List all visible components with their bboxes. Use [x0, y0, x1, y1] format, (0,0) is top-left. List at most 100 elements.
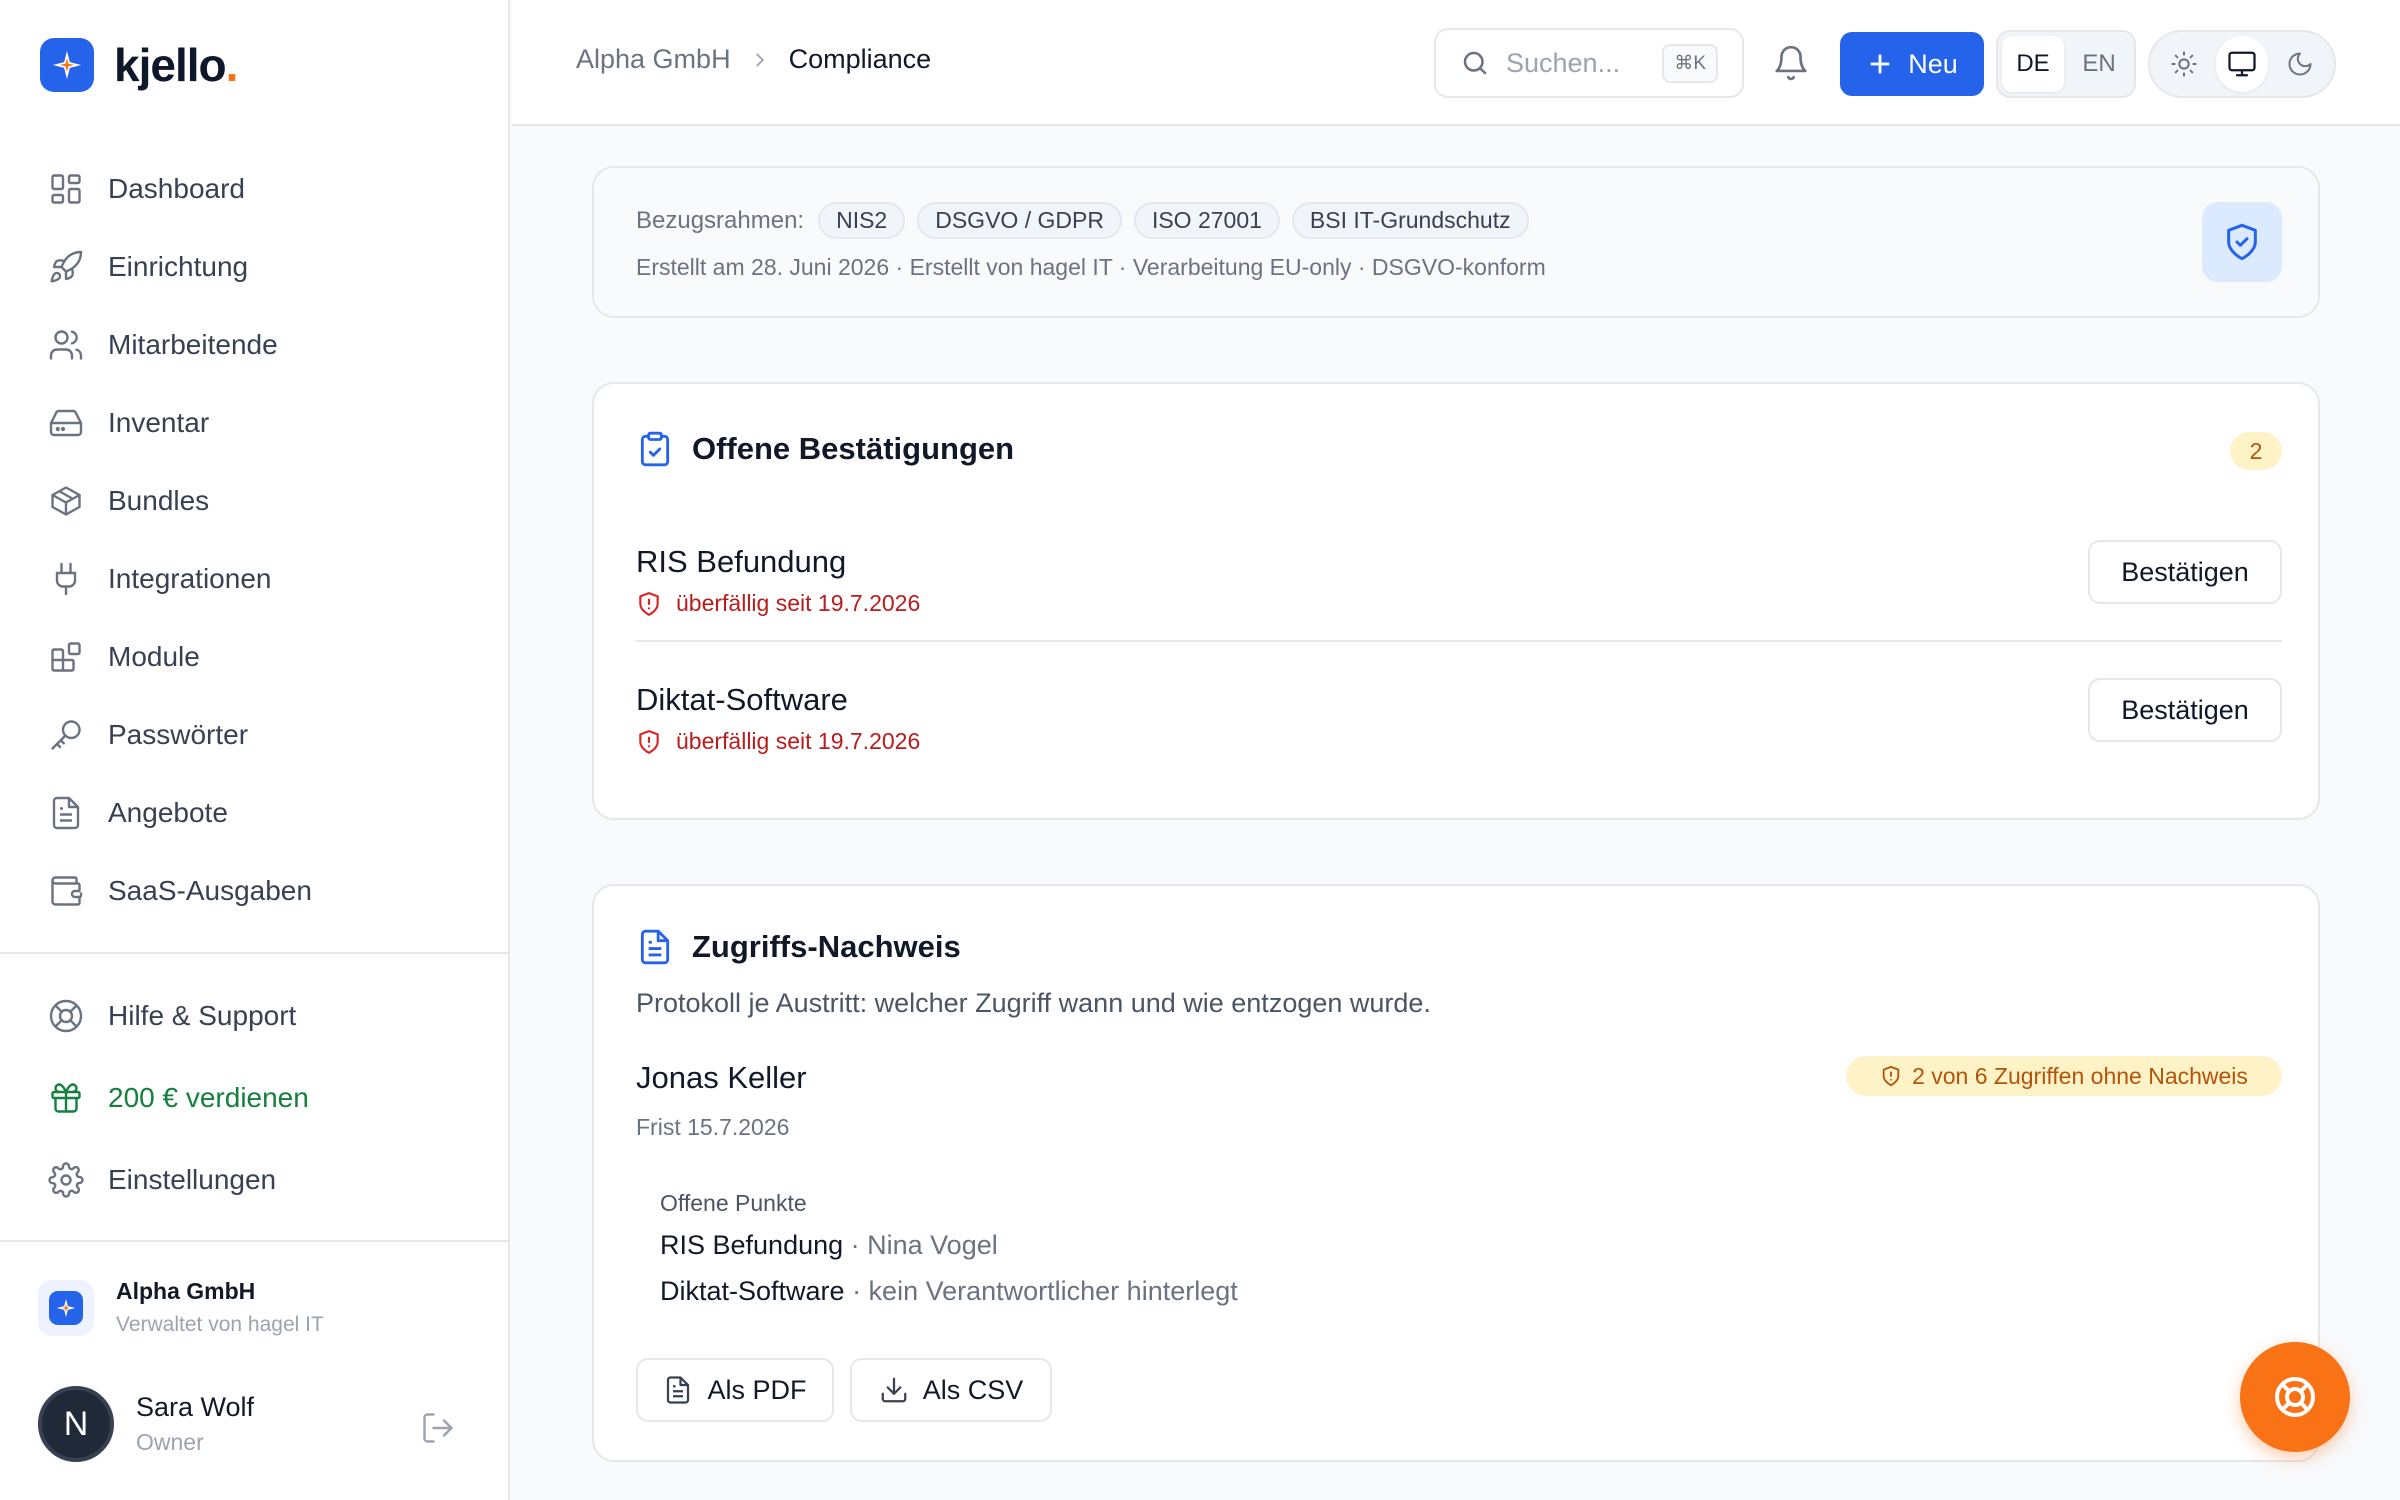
sidebar-item-settings[interactable]: Einstellungen: [0, 1139, 508, 1221]
plug-icon: [55, 562, 77, 596]
help-fab[interactable]: [2240, 1342, 2350, 1452]
search-input[interactable]: Suchen... ⌘K: [1434, 28, 1744, 98]
sidebar-item-label: Angebote: [108, 797, 228, 828]
breadcrumb-current: Compliance: [788, 44, 932, 74]
lifebuoy-icon: [2275, 1377, 2315, 1417]
confirm-button[interactable]: Bestätigen: [2088, 678, 2282, 742]
breadcrumb: Alpha GmbH Compliance: [576, 44, 931, 75]
item-name: Diktat-Software: [636, 682, 848, 717]
download-icon: [881, 1377, 907, 1403]
confirm-button[interactable]: Bestätigen: [2088, 540, 2282, 604]
card-title: Offene Bestätigungen: [636, 430, 1014, 468]
file-text-icon: [667, 1376, 690, 1404]
list-item: Diktat-Software · kein Verantwortlicher …: [660, 1276, 1238, 1306]
framework-chip: ISO 27001: [1133, 202, 1280, 239]
sidebar-item-bundles[interactable]: Bundles: [0, 462, 508, 540]
sidebar-item-help[interactable]: Hilfe & Support: [0, 975, 508, 1057]
framework-chip: BSI IT-Grundschutz: [1291, 202, 1529, 239]
frameworks-label: Bezugsrahmen:: [636, 206, 805, 234]
theme-switcher: [2148, 30, 2336, 98]
sidebar-item-label: Integrationen: [108, 563, 272, 594]
breadcrumb-org[interactable]: Alpha GmbH: [576, 44, 731, 75]
theme-light[interactable]: [2158, 36, 2210, 92]
new-button-label: Neu: [1908, 48, 1958, 79]
access-proof-card: Zugriffs-Nachweis Protokoll je Austritt:…: [592, 884, 2320, 1462]
hard-drive-icon: [49, 409, 83, 437]
theme-system[interactable]: [2216, 36, 2268, 92]
sidebar-item-einrichtung[interactable]: Einrichtung: [0, 228, 508, 306]
sidebar-divider: [0, 1240, 508, 1242]
user-profile[interactable]: N Sara Wolf Owner: [38, 1386, 254, 1462]
overdue-status: überfällig seit 19.7.2026: [636, 728, 920, 755]
list-item: RIS Befundung überfällig seit 19.7.2026 …: [636, 530, 2282, 668]
count-badge: 2: [2230, 432, 2282, 470]
sidebar-item-referral[interactable]: 200 € verdienen: [0, 1057, 508, 1139]
sidebar-divider: [0, 952, 508, 954]
divider: [636, 640, 2282, 642]
open-confirmations-card: Offene Bestätigungen 2 RIS Befundung übe…: [592, 382, 2320, 820]
brand-name: kjello.: [114, 39, 238, 91]
card-description: Protokoll je Austritt: welcher Zugriff w…: [636, 988, 1431, 1018]
compliance-shield-button[interactable]: [2202, 202, 2282, 282]
bell-icon[interactable]: [1772, 44, 1810, 82]
sidebar-item-dashboard[interactable]: Dashboard: [0, 150, 508, 228]
dashboard-icon: [51, 174, 81, 204]
framework-chip: NIS2: [818, 202, 906, 239]
sidebar-item-label: Hilfe & Support: [108, 1000, 297, 1031]
sidebar-item-integrationen[interactable]: Integrationen: [0, 540, 508, 618]
file-text-icon: [640, 929, 670, 965]
shield-alert-icon: [639, 591, 659, 616]
file-icon: [52, 796, 80, 830]
sidebar-item-inventar[interactable]: Inventar: [0, 384, 508, 462]
sidebar-item-label: SaaS-Ausgaben: [108, 875, 312, 906]
logout-icon[interactable]: [420, 1410, 456, 1446]
frameworks-card: Bezugsrahmen: NIS2 DSGVO / GDPR ISO 2700…: [592, 166, 2320, 318]
lifebuoy-icon: [49, 999, 83, 1033]
sidebar-item-module[interactable]: Module: [0, 618, 508, 696]
sun-icon: [2171, 51, 2197, 77]
open-items-heading: Offene Punkte: [660, 1190, 807, 1216]
export-csv-button[interactable]: Als CSV: [850, 1358, 1052, 1422]
language-de[interactable]: DE: [2002, 36, 2064, 92]
sidebar-bottom-nav: Hilfe & Support 200 € verdienen Einstell…: [0, 975, 508, 1221]
clipboard-check-icon: [640, 431, 670, 467]
brand-logo[interactable]: kjello.: [40, 38, 238, 92]
sidebar-item-angebote[interactable]: Angebote: [0, 774, 508, 852]
new-button[interactable]: Neu: [1840, 32, 1984, 96]
users-icon: [49, 330, 83, 360]
sidebar-item-saas-ausgaben[interactable]: SaaS-Ausgaben: [0, 852, 508, 930]
blocks-icon: [51, 642, 81, 672]
sidebar-item-mitarbeitende[interactable]: Mitarbeitende: [0, 306, 508, 384]
sparkle-icon: [40, 38, 94, 92]
sidebar-item-passwoerter[interactable]: Passwörter: [0, 696, 508, 774]
search-icon: [1463, 51, 1487, 75]
sidebar-item-label: Dashboard: [108, 173, 245, 204]
gift-icon: [51, 1083, 81, 1113]
language-en[interactable]: EN: [2068, 36, 2130, 92]
sidebar-item-label: Mitarbeitende: [108, 329, 278, 360]
search-placeholder: Suchen...: [1506, 47, 1621, 78]
sidebar-item-label: Inventar: [108, 407, 210, 438]
top-bar: Alpha GmbH Compliance Suchen... ⌘K Neu D…: [512, 0, 2400, 126]
user-name: Sara Wolf: [136, 1392, 255, 1422]
rocket-icon: [50, 250, 83, 283]
org-switcher[interactable]: Alpha GmbH Verwaltet von hagel IT: [38, 1278, 324, 1337]
list-item: Diktat-Software überfällig seit 19.7.202…: [636, 668, 2282, 806]
sparkle-icon: [56, 1298, 76, 1317]
avatar: N: [38, 1386, 114, 1462]
sidebar-item-label: Passwörter: [108, 719, 249, 750]
key-icon: [51, 720, 81, 750]
language-switcher: DE EN: [1996, 30, 2136, 98]
export-pdf-button[interactable]: Als PDF: [636, 1358, 834, 1422]
org-managed-by: Verwaltet von hagel IT: [116, 1313, 324, 1336]
sidebar-item-label: 200 € verdienen: [108, 1082, 309, 1113]
theme-dark[interactable]: [2274, 36, 2326, 92]
employee-name: Jonas Keller: [636, 1060, 807, 1095]
shield-alert-icon: [639, 729, 659, 754]
item-name: RIS Befundung: [636, 544, 847, 579]
monitor-icon: [2228, 51, 2256, 77]
sidebar: kjello. Dashboard Einrichtung Mitarbeite…: [0, 0, 510, 1500]
user-role: Owner: [136, 1429, 204, 1455]
plus-icon: [1870, 54, 1890, 74]
package-icon: [51, 486, 81, 516]
